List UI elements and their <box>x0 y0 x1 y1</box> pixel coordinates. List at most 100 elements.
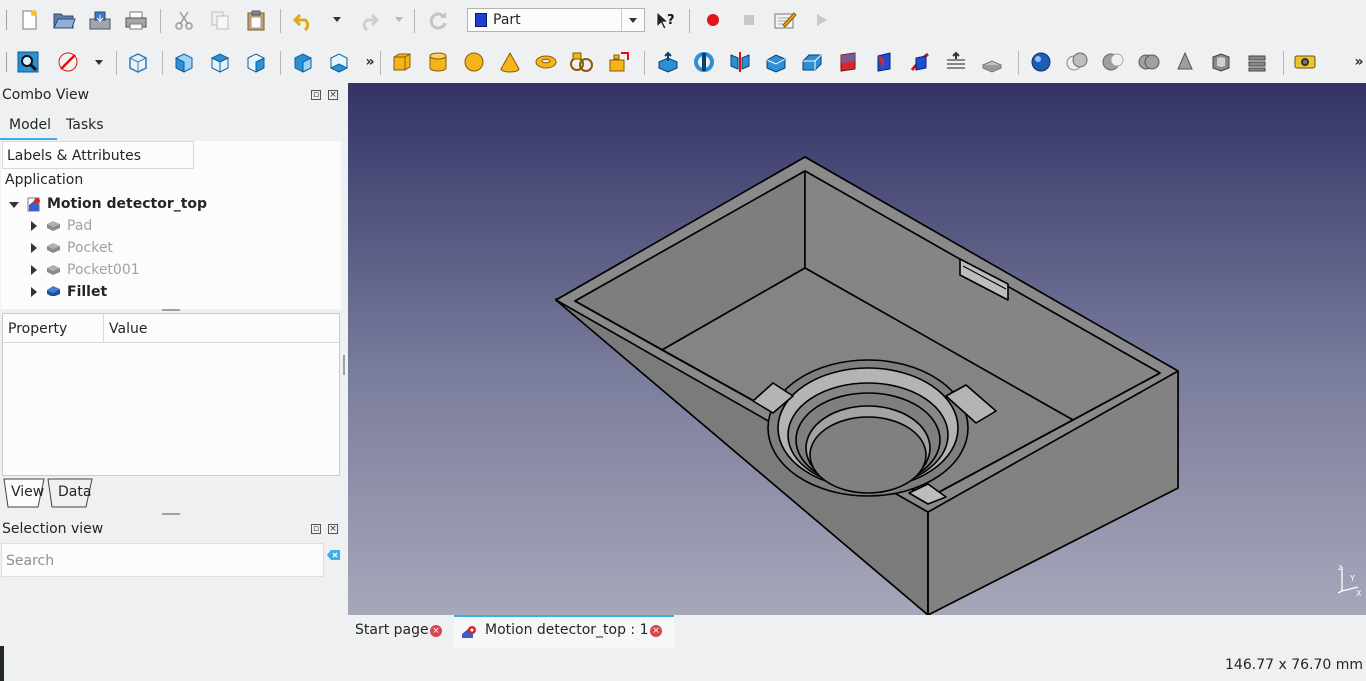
close-icon[interactable]: × <box>328 524 338 534</box>
document-node[interactable]: Motion detector_top <box>9 194 339 216</box>
pad-feature-icon <box>47 221 60 231</box>
record-macro-icon[interactable] <box>699 6 727 34</box>
open-icon[interactable] <box>50 6 78 34</box>
tree-item-pocket001[interactable]: Pocket001 <box>31 260 331 282</box>
revolve-icon[interactable] <box>690 48 718 76</box>
expand-arrow-icon[interactable] <box>31 221 37 231</box>
offset-icon[interactable] <box>1243 48 1271 76</box>
top-view-icon[interactable] <box>206 48 234 76</box>
bottom-view-icon[interactable] <box>325 48 353 76</box>
tab-document-view[interactable]: Motion detector_top : 1 × <box>454 615 674 648</box>
more-chevron-icon-2[interactable]: » <box>1345 48 1366 76</box>
tab-view[interactable]: View <box>11 484 44 511</box>
redo-icon[interactable] <box>354 6 382 34</box>
front-view-icon[interactable] <box>170 48 198 76</box>
toolbar-row-1: Part ? <box>0 0 1366 42</box>
view-data-tabs: View Data <box>2 477 122 509</box>
expand-arrow-icon[interactable] <box>31 265 37 275</box>
boolean-cut-icon[interactable] <box>1099 48 1127 76</box>
section-icon[interactable] <box>978 48 1006 76</box>
whats-this-icon[interactable]: ? <box>651 6 679 34</box>
measure-icon[interactable] <box>1292 48 1320 76</box>
paste-icon[interactable] <box>242 6 270 34</box>
selection-search-input[interactable]: Search <box>1 543 324 577</box>
draw-style-icon[interactable] <box>54 48 82 76</box>
isometric-icon[interactable] <box>124 48 152 76</box>
tree-item-pad[interactable]: Pad <box>31 216 331 238</box>
expand-arrow-icon[interactable] <box>31 287 37 297</box>
property-column-header[interactable]: Property <box>3 314 104 343</box>
thickness-icon[interactable] <box>1207 48 1235 76</box>
collapse-arrow-icon[interactable] <box>9 202 19 208</box>
compound-icon[interactable] <box>1027 48 1055 76</box>
ruled-surface-icon[interactable] <box>870 48 898 76</box>
tree-header-label: Labels & Attributes <box>7 148 141 164</box>
cylinder-icon[interactable] <box>424 48 452 76</box>
undo-icon[interactable] <box>290 6 318 34</box>
close-tab-icon[interactable]: × <box>650 625 662 637</box>
box-icon[interactable] <box>388 48 416 76</box>
chamfer-icon[interactable] <box>798 48 826 76</box>
tab-start-page[interactable]: Start page × <box>348 615 452 648</box>
draw-style-dropdown[interactable] <box>95 60 103 65</box>
float-icon[interactable]: ▫ <box>311 524 321 534</box>
extrude-icon[interactable] <box>654 48 682 76</box>
save-icon[interactable] <box>86 6 114 34</box>
splitter-handle[interactable] <box>162 513 180 515</box>
loft-icon[interactable] <box>906 48 934 76</box>
document-label: Motion detector_top <box>47 196 208 212</box>
close-icon[interactable]: × <box>328 90 338 100</box>
part-workbench-icon <box>475 13 487 27</box>
primitives-icon[interactable] <box>605 48 633 76</box>
workbench-dropdown[interactable] <box>621 9 644 31</box>
rear-view-icon[interactable] <box>289 48 317 76</box>
common-icon[interactable] <box>1171 48 1199 76</box>
model-render[interactable] <box>348 83 1366 615</box>
workbench-selector[interactable]: Part <box>467 8 645 32</box>
tree-item-fillet[interactable]: Fillet <box>31 282 331 304</box>
cut-icon[interactable] <box>170 6 198 34</box>
close-tab-icon[interactable]: × <box>430 625 442 637</box>
cone-icon[interactable] <box>496 48 524 76</box>
make-face-icon[interactable] <box>834 48 862 76</box>
right-view-icon[interactable] <box>242 48 270 76</box>
redo-dropdown[interactable] <box>395 17 403 22</box>
3d-view[interactable]: z Y X <box>348 83 1366 615</box>
tree-header[interactable]: Labels & Attributes <box>2 141 194 169</box>
edit-macro-icon[interactable] <box>771 6 799 34</box>
toolbar-handle[interactable] <box>6 52 7 72</box>
fit-all-icon[interactable] <box>14 48 42 76</box>
copy-icon[interactable] <box>206 6 234 34</box>
tree-item-pocket[interactable]: Pocket <box>31 238 331 260</box>
svg-text:?: ? <box>667 13 675 28</box>
clear-search-icon[interactable] <box>327 549 341 561</box>
sphere-icon[interactable] <box>460 48 488 76</box>
boolean-icon[interactable] <box>1063 48 1091 76</box>
fillet-icon[interactable] <box>762 48 790 76</box>
tab-data[interactable]: Data <box>58 484 91 511</box>
fuse-icon[interactable] <box>1135 48 1163 76</box>
sweep-icon[interactable] <box>942 48 970 76</box>
splitter-handle[interactable] <box>162 309 180 311</box>
value-column-header[interactable]: Value <box>104 314 339 343</box>
undo-dropdown[interactable] <box>333 17 341 22</box>
new-icon[interactable] <box>15 6 43 34</box>
mirror-icon[interactable] <box>726 48 754 76</box>
taskbar-edge <box>0 646 4 681</box>
run-macro-icon[interactable] <box>807 6 835 34</box>
float-icon[interactable]: ▫ <box>311 90 321 100</box>
tube-icon[interactable] <box>568 48 596 76</box>
stop-macro-icon[interactable] <box>735 6 763 34</box>
tab-model[interactable]: Model <box>9 117 51 133</box>
torus-icon[interactable] <box>532 48 560 76</box>
selection-view-title: Selection view <box>2 521 104 537</box>
status-bar: 146.77 x 76.70 mm <box>0 648 1366 681</box>
print-icon[interactable] <box>122 6 150 34</box>
expand-arrow-icon[interactable] <box>31 243 37 253</box>
search-placeholder: Search <box>6 553 55 569</box>
toolbar-handle[interactable] <box>6 10 7 30</box>
panel-resize-handle[interactable] <box>343 355 345 375</box>
tab-tasks[interactable]: Tasks <box>66 117 104 133</box>
refresh-icon[interactable] <box>424 6 452 34</box>
fillet-feature-icon <box>47 286 60 296</box>
